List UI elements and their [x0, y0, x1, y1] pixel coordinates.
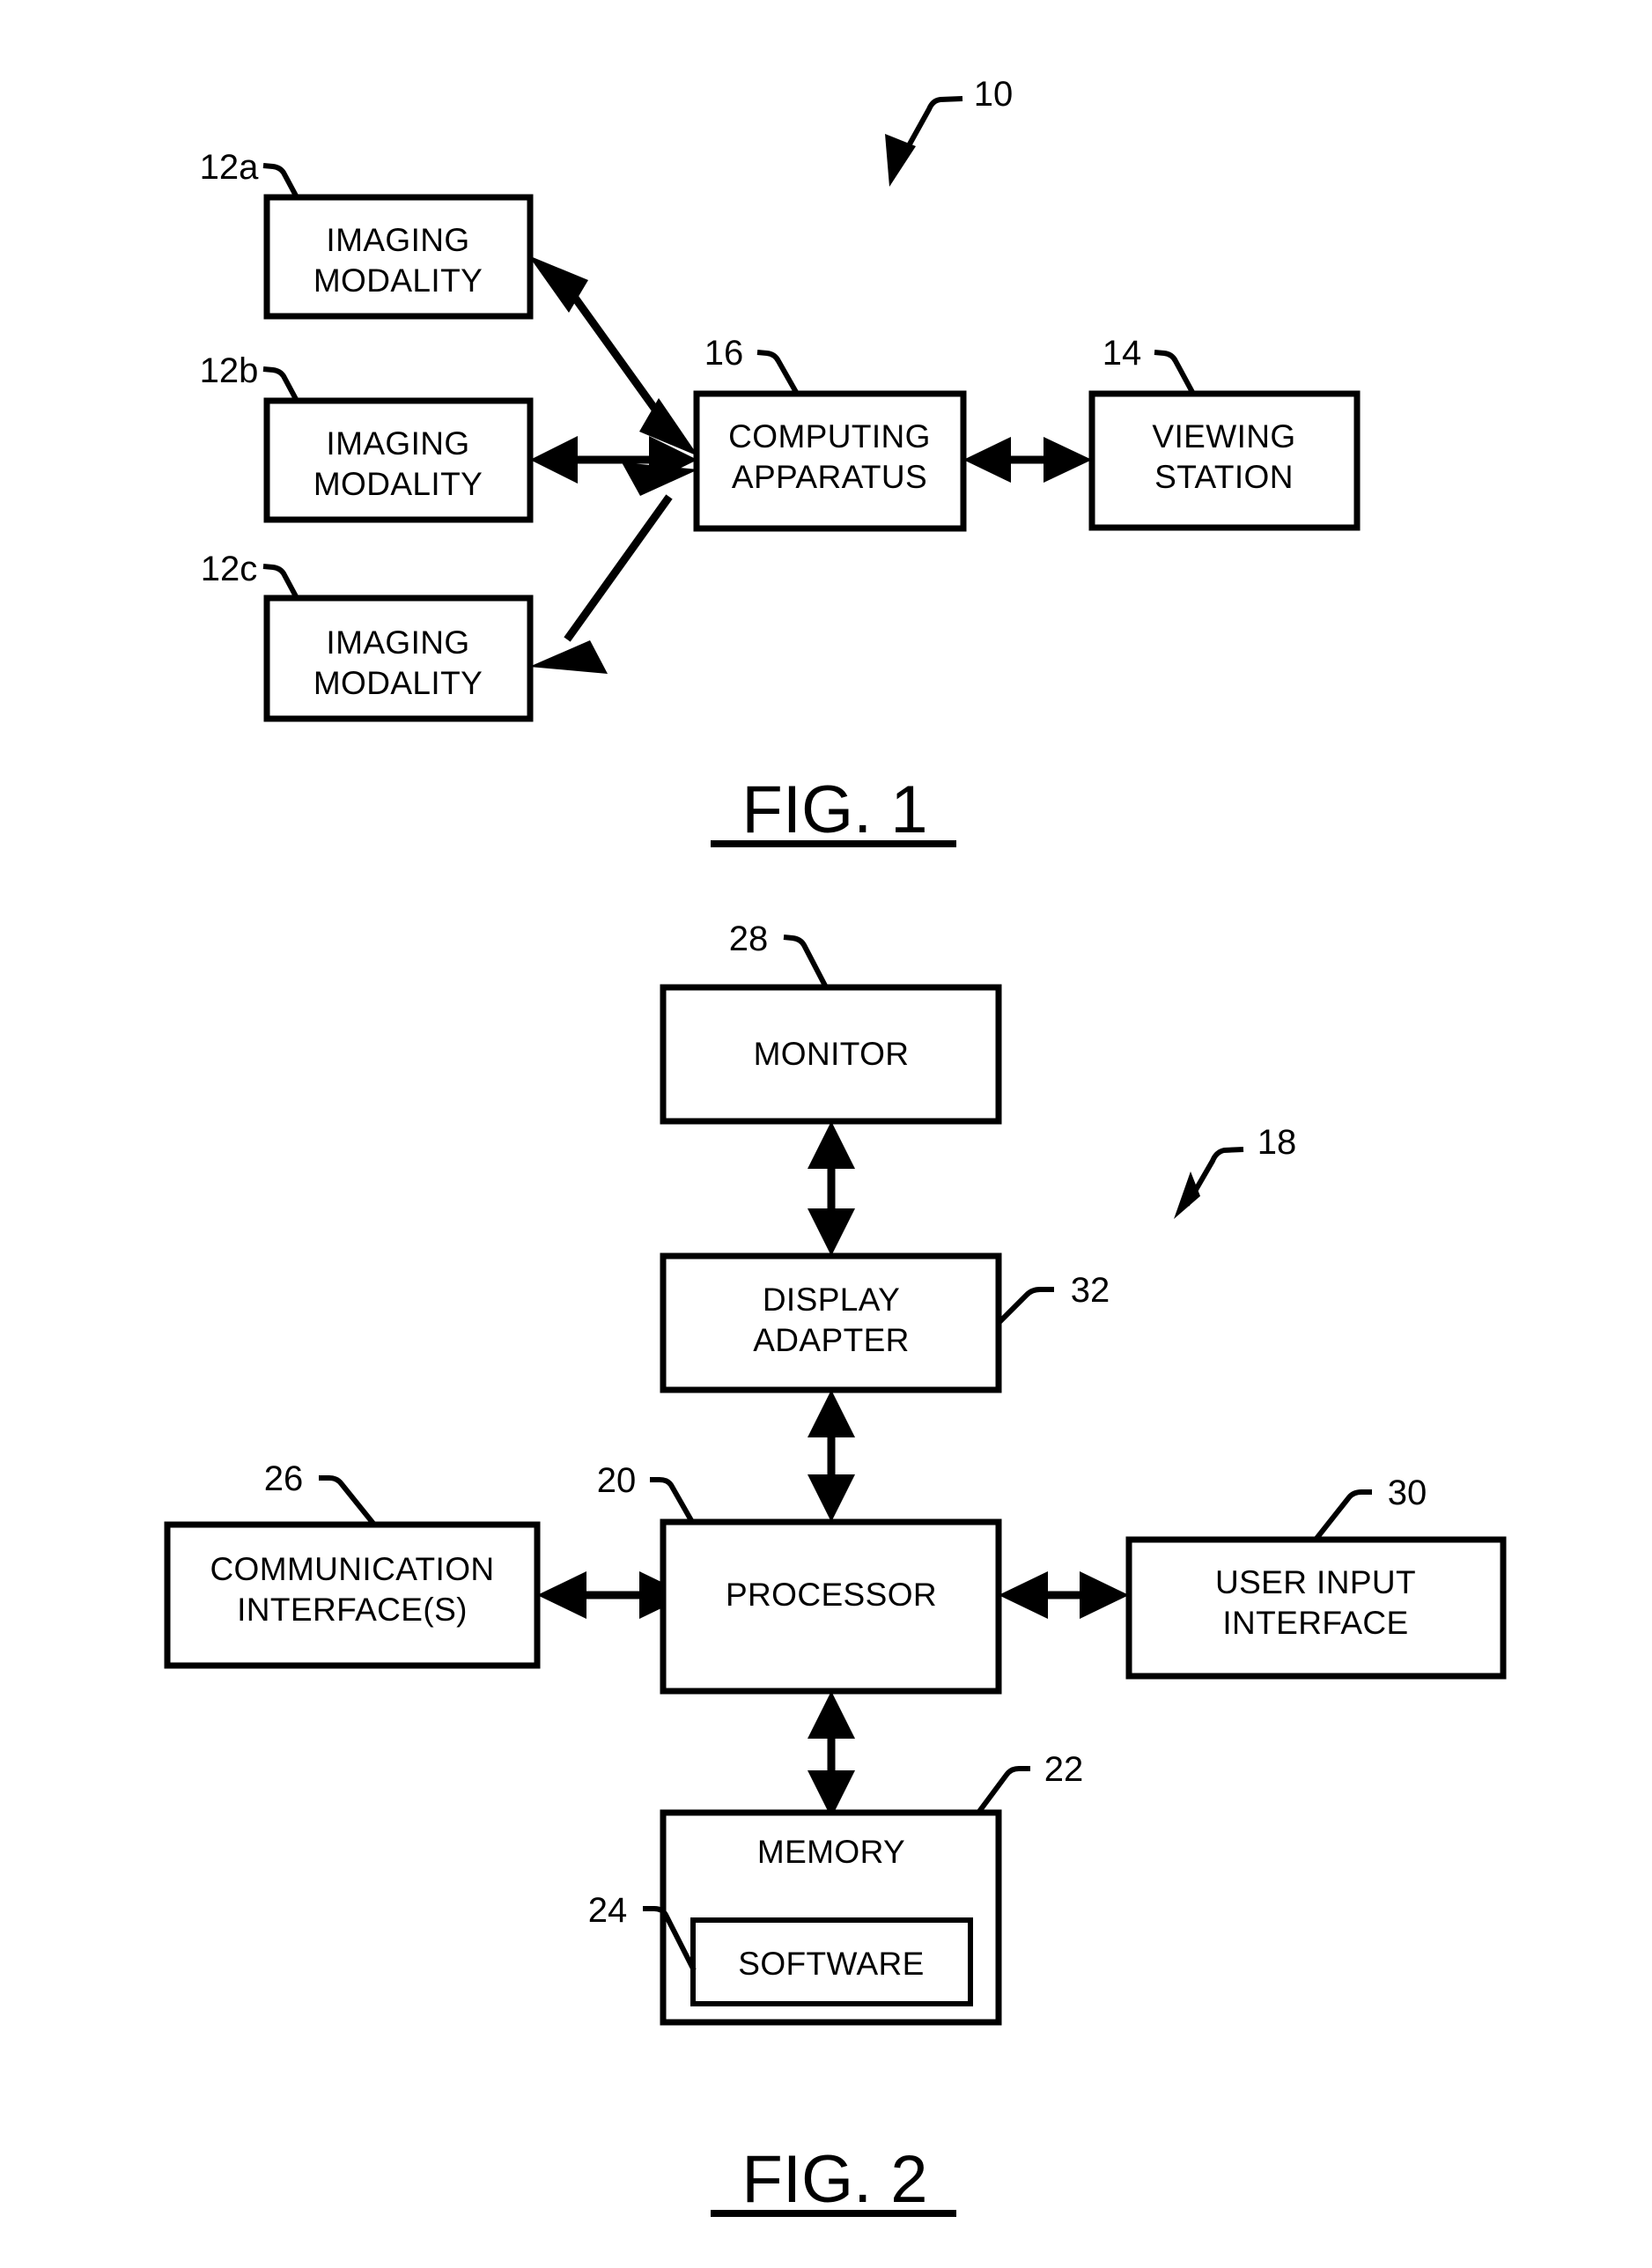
connector-pu-head-left [999, 1571, 1048, 1619]
block-imaging-modality-b: IMAGING MODALITY 12b [200, 351, 534, 523]
ref-12b-lead-line [262, 366, 299, 403]
ref-12c-lead-line [262, 564, 299, 600]
figure-2-group: 18 MONITOR 28 DISPLAY ADAPTER 32 COMMUNI… [164, 920, 1507, 2217]
imaging-modality-a-line1: IMAGING [326, 222, 469, 258]
figure-1-caption-group: FIG. 1 [711, 772, 956, 847]
block-user-input-interface: USER INPUT INTERFACE 30 [1125, 1474, 1507, 1680]
connector-b-head-left [530, 436, 578, 484]
connector-cv-head-left [963, 437, 1011, 483]
connector-md-head-top [808, 1121, 855, 1169]
ref-32-lead-line [996, 1287, 1054, 1326]
connector-pm-head-top [808, 1691, 855, 1739]
connector-cv-head-right [1044, 437, 1092, 483]
ref-26-lead-line [319, 1475, 377, 1526]
connector-modality-c-to-computing [529, 462, 698, 674]
connector-processor-to-memory [808, 1691, 855, 1818]
computing-apparatus-line1: COMPUTING [728, 418, 931, 454]
block-imaging-modality-c: IMAGING MODALITY 12c [201, 550, 534, 722]
figure-canvas: 10 IMAGING MODALITY 12a IMAGING MODALITY… [164, 75, 1507, 2217]
ref-20-number: 20 [597, 1461, 637, 1500]
ref-28-number: 28 [729, 920, 769, 958]
figure-1-caption: FIG. 1 [741, 772, 927, 847]
ref-30-lead-line [1313, 1489, 1372, 1541]
imaging-modality-b-line2: MODALITY [313, 466, 483, 502]
processor-label: PROCESSOR [726, 1577, 937, 1613]
connector-md-head-bottom [808, 1208, 855, 1256]
block-monitor: MONITOR 28 [660, 920, 1002, 1125]
ref-22-lead-line [976, 1766, 1030, 1814]
connector-a-shaft [560, 279, 673, 432]
communication-interface-line2: INTERFACE(S) [237, 1592, 468, 1628]
patent-drawing-sheet: 10 IMAGING MODALITY 12a IMAGING MODALITY… [0, 0, 1652, 2268]
connector-monitor-to-display-adapter [808, 1121, 855, 1256]
user-input-interface-line1: USER INPUT [1215, 1564, 1416, 1600]
system-ref-18-callout: 18 [1174, 1123, 1296, 1219]
connector-display-adapter-to-processor [808, 1390, 855, 1522]
connector-c-head-right [622, 462, 698, 496]
ref-12a-number: 12a [200, 148, 259, 187]
ref-22-number: 22 [1044, 1750, 1084, 1789]
imaging-modality-c-line2: MODALITY [313, 665, 483, 701]
communication-interface-line1: COMMUNICATION [210, 1551, 494, 1587]
ref-28-lead-line [783, 935, 829, 989]
display-adapter-line1: DISPLAY [763, 1282, 900, 1318]
connector-c-head-left [529, 640, 608, 674]
memory-label: MEMORY [757, 1834, 905, 1870]
computing-apparatus-line2: APPARATUS [732, 459, 927, 495]
imaging-modality-b-line1: IMAGING [326, 425, 469, 462]
figure-2-caption-group: FIG. 2 [711, 2142, 956, 2217]
block-display-adapter: DISPLAY ADAPTER 32 [660, 1252, 1110, 1393]
imaging-modality-c-line1: IMAGING [326, 624, 469, 661]
block-imaging-modality-a: IMAGING MODALITY 12a [200, 148, 534, 320]
ref-10-number: 10 [974, 75, 1014, 114]
ref-26-number: 26 [264, 1459, 304, 1498]
connector-dp-head-top [808, 1390, 855, 1437]
software-label: SOFTWARE [738, 1946, 925, 1982]
ref-24-number: 24 [588, 1891, 628, 1930]
connector-c-shaft [564, 494, 673, 642]
block-viewing-station: VIEWING STATION 14 [1088, 334, 1361, 531]
block-computing-apparatus: COMPUTING APPARATUS 16 [693, 334, 967, 532]
connector-cp-head-left [537, 1571, 586, 1619]
ref-12a-lead-line [262, 163, 299, 199]
viewing-station-line1: VIEWING [1152, 418, 1295, 454]
block-communication-interface: COMMUNICATION INTERFACE(S) 26 [164, 1459, 541, 1669]
ref-16-number: 16 [704, 334, 744, 373]
ref-18-arrow-head [1174, 1171, 1200, 1219]
ref-18-number: 18 [1257, 1123, 1297, 1162]
connector-modality-a-to-computing [528, 255, 698, 456]
viewing-station-line2: STATION [1154, 459, 1294, 495]
imaging-modality-a-line2: MODALITY [313, 262, 483, 299]
monitor-label: MONITOR [754, 1036, 910, 1072]
system-ref-10-callout: 10 [885, 75, 1013, 187]
connector-dp-head-bottom [808, 1474, 855, 1522]
ref-32-number: 32 [1071, 1271, 1110, 1310]
ref-14-number: 14 [1103, 334, 1142, 373]
ref-14-lead-line [1154, 350, 1196, 395]
figure-1-group: 10 IMAGING MODALITY 12a IMAGING MODALITY… [200, 75, 1361, 847]
connector-computing-to-viewing [963, 437, 1092, 483]
user-input-interface-line2: INTERFACE [1222, 1605, 1408, 1641]
display-adapter-line2: ADAPTER [753, 1322, 910, 1358]
connector-processor-to-user-input [999, 1571, 1129, 1619]
block-processor: PROCESSOR 20 [597, 1461, 1002, 1695]
ref-12b-number: 12b [200, 351, 259, 390]
ref-12c-number: 12c [201, 550, 258, 588]
ref-20-lead-line [650, 1477, 695, 1524]
ref-16-lead-line [756, 350, 800, 395]
ref-30-number: 30 [1388, 1474, 1427, 1512]
connector-pu-head-right [1080, 1571, 1129, 1619]
figure-2-caption: FIG. 2 [741, 2142, 927, 2217]
